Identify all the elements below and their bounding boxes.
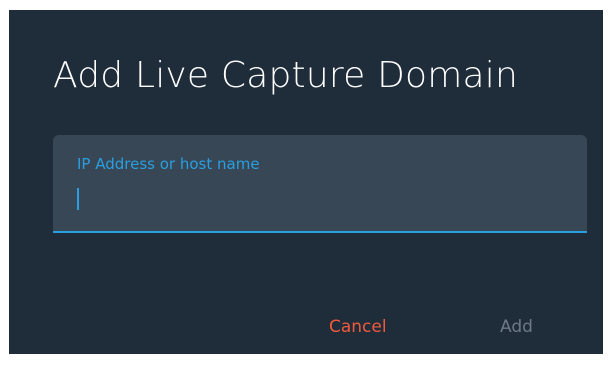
field-focus-underline (53, 231, 587, 233)
cancel-button[interactable]: Cancel (329, 312, 387, 342)
text-caret (77, 188, 79, 210)
ip-address-field[interactable]: IP Address or host name (53, 135, 587, 233)
add-live-capture-domain-dialog: Add Live Capture Domain IP Address or ho… (9, 10, 603, 354)
ip-address-input[interactable] (75, 183, 565, 211)
ip-address-field-label: IP Address or host name (77, 155, 260, 173)
add-button[interactable]: Add (500, 312, 533, 342)
dialog-title: Add Live Capture Domain (53, 55, 518, 96)
